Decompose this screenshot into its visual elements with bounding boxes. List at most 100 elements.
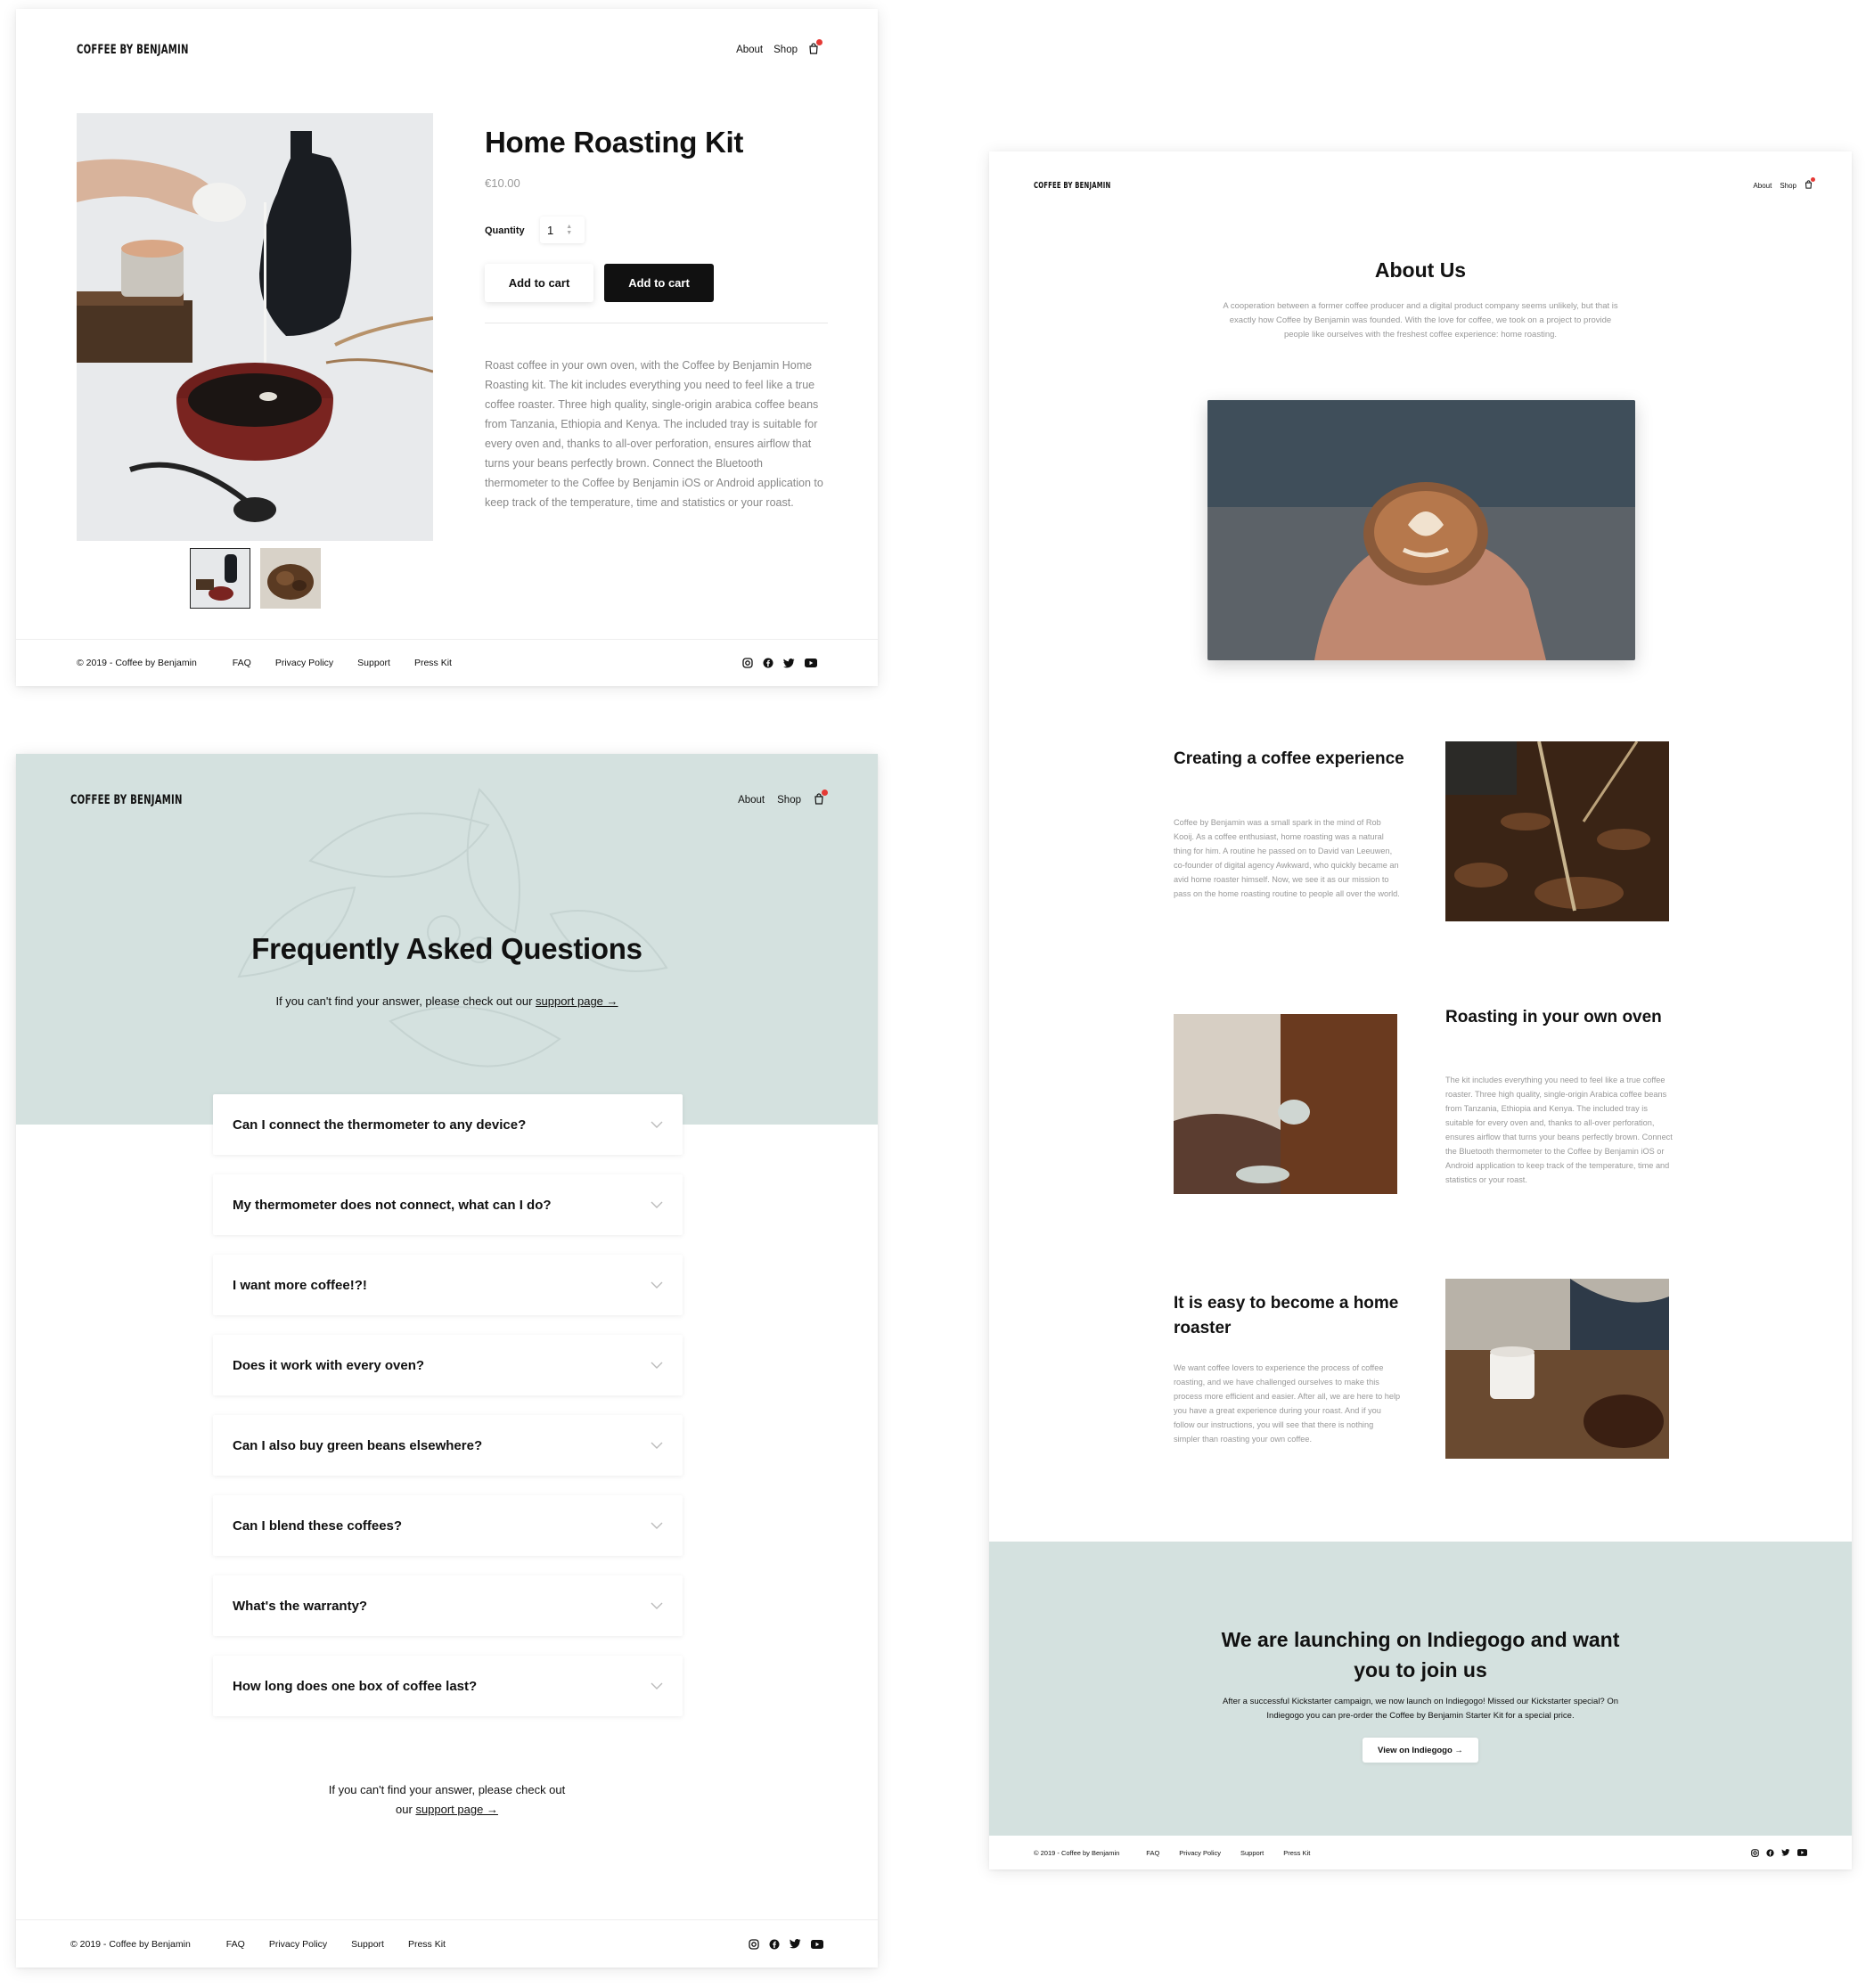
- site-header: COFFEE BY BENJAMIN About Shop: [77, 39, 823, 61]
- section-image-2: [1174, 1014, 1397, 1194]
- support-page-link-bottom[interactable]: support page →: [415, 1803, 498, 1816]
- chevron-down-icon: [651, 1362, 663, 1369]
- social-links: [742, 658, 817, 668]
- banner-title: We are launching on Indiegogo and want y…: [1221, 1628, 1620, 1681]
- faq-item[interactable]: Does it work with every oven?: [213, 1335, 683, 1395]
- quantity-stepper[interactable]: 1 ▲ ▼: [540, 217, 585, 243]
- indiegogo-banner: We are launching on Indiegogo and want y…: [989, 1542, 1852, 1836]
- faq-item[interactable]: What's the warranty?: [213, 1575, 683, 1636]
- cart-button[interactable]: [808, 39, 823, 57]
- main-nav: About Shop: [736, 39, 823, 57]
- section-text-2: The kit includes everything you need to …: [1445, 1076, 1673, 1184]
- brand-logo[interactable]: COFFEE BY BENJAMIN: [1034, 181, 1111, 191]
- faq-question: Can I also buy green beans elsewhere?: [233, 1437, 483, 1453]
- product-description: Roast coffee in your own oven, with the …: [485, 359, 823, 509]
- footer-copyright: © 2019 - Coffee by Benjamin: [1034, 1848, 1120, 1857]
- instagram-icon[interactable]: [742, 658, 753, 668]
- faq-list: Can I connect the thermometer to any dev…: [213, 1094, 683, 1736]
- youtube-icon[interactable]: [1797, 1849, 1807, 1856]
- cart-badge: [1811, 177, 1815, 182]
- product-thumbnail-1[interactable]: [190, 548, 250, 609]
- footer-link-support[interactable]: Support: [351, 1939, 384, 1950]
- youtube-icon[interactable]: [811, 1939, 823, 1949]
- faq-question: My thermometer does not connect, what ca…: [233, 1197, 552, 1213]
- nav-shop-link[interactable]: Shop: [1780, 182, 1796, 190]
- about-title: About Us: [1374, 258, 1467, 282]
- footer-link-support[interactable]: Support: [1240, 1849, 1264, 1857]
- cart-button[interactable]: [1805, 177, 1815, 191]
- brand-logo[interactable]: COFFEE BY BENJAMIN: [70, 793, 183, 807]
- faq-question: What's the warranty?: [233, 1598, 368, 1614]
- twitter-icon[interactable]: [790, 1939, 801, 1949]
- stepper-arrows-icon[interactable]: ▲ ▼: [566, 224, 572, 236]
- chevron-down-icon: [651, 1442, 663, 1449]
- main-nav: About Shop: [1753, 177, 1815, 191]
- footer-links: FAQ Privacy Policy Support Press Kit: [233, 658, 452, 668]
- footer-copyright: © 2019 - Coffee by Benjamin: [70, 1938, 191, 1950]
- product-main-image: [77, 113, 433, 541]
- faq-item[interactable]: My thermometer does not connect, what ca…: [213, 1174, 683, 1235]
- footer-link-faq[interactable]: FAQ: [233, 658, 251, 668]
- cart-badge: [822, 789, 828, 796]
- footer-link-faq[interactable]: FAQ: [1146, 1849, 1159, 1857]
- section-text-3: We want coffee lovers to experience the …: [1174, 1363, 1401, 1444]
- faq-subtitle-text: If you can't find your answer, please ch…: [275, 994, 536, 1008]
- section-title-1: Creating a coffee experience: [1174, 749, 1404, 768]
- footer-link-privacy[interactable]: Privacy Policy: [275, 658, 333, 668]
- faq-subtitle: If you can't find your answer, please ch…: [16, 994, 878, 1008]
- product-title: Home Roasting Kit: [485, 126, 744, 159]
- twitter-icon[interactable]: [1781, 1849, 1790, 1856]
- faq-bottom-line2: our support page →: [16, 1800, 878, 1820]
- footer-link-press-kit[interactable]: Press Kit: [414, 658, 452, 668]
- brand-logo[interactable]: COFFEE BY BENJAMIN: [77, 43, 189, 57]
- faq-item[interactable]: I want more coffee!?!: [213, 1255, 683, 1315]
- footer-link-privacy[interactable]: Privacy Policy: [269, 1939, 327, 1950]
- section-title-3: It is easy to become a home roaster: [1174, 1294, 1399, 1338]
- chevron-down-icon: [651, 1121, 663, 1128]
- facebook-icon[interactable]: [1766, 1848, 1774, 1857]
- faq-question: I want more coffee!?!: [233, 1277, 367, 1293]
- quantity-label: Quantity: [485, 225, 525, 236]
- main-nav: About Shop: [738, 789, 828, 807]
- cart-button[interactable]: [814, 789, 828, 807]
- view-on-indiegogo-button[interactable]: View on Indiegogo →: [1363, 1738, 1478, 1763]
- nav-shop-link[interactable]: Shop: [773, 45, 798, 55]
- facebook-icon[interactable]: [769, 1939, 780, 1950]
- add-to-cart-button-dark[interactable]: Add to cart: [604, 264, 714, 302]
- footer-links: FAQ Privacy Policy Support Press Kit: [1146, 1849, 1310, 1857]
- faq-bottom-prefix: our: [396, 1803, 416, 1816]
- product-thumbnail-2[interactable]: [260, 548, 321, 609]
- nav-about-link[interactable]: About: [1753, 182, 1772, 190]
- faq-item[interactable]: How long does one box of coffee last?: [213, 1656, 683, 1716]
- facebook-icon[interactable]: [763, 658, 773, 668]
- footer-link-privacy[interactable]: Privacy Policy: [1179, 1849, 1221, 1857]
- twitter-icon[interactable]: [783, 658, 795, 668]
- faq-item[interactable]: Can I connect the thermometer to any dev…: [213, 1094, 683, 1155]
- chevron-down-icon: [651, 1682, 663, 1689]
- instagram-icon[interactable]: [749, 1938, 759, 1950]
- youtube-icon[interactable]: [805, 659, 817, 667]
- site-footer: © 2019 - Coffee by Benjamin FAQ Privacy …: [989, 1836, 1852, 1869]
- faq-bottom-note: If you can't find your answer, please ch…: [16, 1780, 878, 1820]
- section-text-1: Coffee by Benjamin was a small spark in …: [1174, 818, 1400, 898]
- social-links: [1751, 1848, 1807, 1857]
- instagram-icon[interactable]: [1751, 1848, 1759, 1857]
- footer-link-press-kit[interactable]: Press Kit: [408, 1939, 446, 1950]
- about-page-frame: COFFEE BY BENJAMIN About Shop About Us A…: [989, 151, 1852, 1869]
- product-price: €10.00: [485, 176, 520, 190]
- nav-about-link[interactable]: About: [736, 45, 763, 55]
- nav-shop-link[interactable]: Shop: [777, 795, 801, 806]
- add-to-cart-button-light[interactable]: Add to cart: [485, 264, 593, 302]
- footer-link-support[interactable]: Support: [357, 658, 390, 668]
- footer-link-faq[interactable]: FAQ: [226, 1939, 245, 1950]
- faq-page-frame: COFFEE BY BENJAMIN About Shop Frequently…: [16, 754, 878, 1968]
- support-page-link[interactable]: support page →: [536, 994, 618, 1008]
- footer-link-press-kit[interactable]: Press Kit: [1283, 1849, 1310, 1857]
- faq-question: Does it work with every oven?: [233, 1357, 425, 1373]
- site-footer: © 2019 - Coffee by Benjamin FAQ Privacy …: [16, 639, 878, 686]
- faq-item[interactable]: Can I blend these coffees?: [213, 1495, 683, 1556]
- footer-copyright: © 2019 - Coffee by Benjamin: [77, 658, 197, 668]
- faq-item[interactable]: Can I also buy green beans elsewhere?: [213, 1415, 683, 1476]
- cart-badge: [816, 39, 823, 45]
- nav-about-link[interactable]: About: [738, 795, 765, 806]
